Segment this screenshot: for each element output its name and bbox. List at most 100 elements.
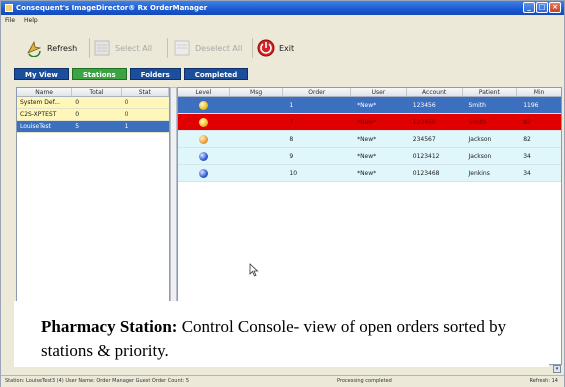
column-header-level[interactable]: Level xyxy=(178,88,230,96)
toolbar: Refresh Select All Deselect All Exit xyxy=(1,27,564,64)
order-number: 7 xyxy=(289,119,294,126)
order-row[interactable]: 9 *New* 0123412 Jackson 34 xyxy=(178,148,561,165)
refresh-icon xyxy=(27,40,42,57)
caption-label: Pharmacy Station: xyxy=(41,317,178,336)
order-patient: Jenkins xyxy=(468,170,490,177)
column-header-name[interactable]: Name xyxy=(17,88,73,96)
column-header-stat[interactable]: Stat xyxy=(122,88,169,96)
status-station-info: Station: LouiseTest3 (4) User Name: Orde… xyxy=(5,378,190,384)
station-name: C2S-XPTEST xyxy=(20,111,57,118)
station-stat: 0 xyxy=(124,99,129,106)
mouse-cursor-icon xyxy=(249,263,259,277)
refresh-button[interactable]: Refresh xyxy=(25,37,77,59)
orders-grid-header: Level Msg Order User Account Patient Min xyxy=(178,88,561,97)
scroll-down-icon[interactable]: ▾ xyxy=(553,365,561,373)
order-msg xyxy=(230,148,284,164)
order-level xyxy=(178,97,230,113)
tab-folders[interactable]: Folders xyxy=(129,68,181,80)
deselect-all-button[interactable]: Deselect All xyxy=(173,37,242,59)
order-msg xyxy=(230,114,284,130)
station-name: LouiseTest xyxy=(20,123,52,130)
toolbar-separator xyxy=(252,38,253,58)
order-row[interactable]: 8 *New* 234567 Jackson 82 xyxy=(178,131,561,148)
order-min: 82 xyxy=(523,119,531,126)
order-user: *New* xyxy=(357,119,377,126)
order-level xyxy=(178,114,230,130)
tab-stations[interactable]: Stations xyxy=(71,68,127,80)
station-stat: 1 xyxy=(124,123,129,130)
order-account: 0123412 xyxy=(412,153,440,160)
exit-label: Exit xyxy=(279,43,295,53)
order-row[interactable]: 10 *New* 0123468 Jenkins 34 xyxy=(178,165,561,182)
priority-yellow-icon xyxy=(199,100,209,110)
menu-help[interactable]: Help xyxy=(24,15,38,27)
order-min: 82 xyxy=(523,136,531,143)
order-user: *New* xyxy=(357,153,377,160)
priority-yellow-icon xyxy=(199,117,209,127)
order-min: 1196 xyxy=(523,102,539,109)
close-button[interactable]: × xyxy=(549,2,561,13)
order-account: 123456 xyxy=(412,102,436,109)
maximize-button[interactable]: □ xyxy=(536,2,548,13)
station-stat: 0 xyxy=(124,111,129,118)
station-row[interactable]: System Def... 0 0 xyxy=(17,97,169,109)
column-header-order[interactable]: Order xyxy=(283,88,352,96)
order-user: *New* xyxy=(357,136,377,143)
order-row[interactable]: 7 *New* 123456 Smith 82 xyxy=(178,114,561,131)
station-name: System Def... xyxy=(20,99,60,106)
order-level xyxy=(178,165,230,181)
order-number: 9 xyxy=(289,153,294,160)
order-account: 0123468 xyxy=(412,170,440,177)
order-row[interactable]: 1 *New* 123456 Smith 1196 xyxy=(178,97,561,114)
status-refresh: Refresh: 14 xyxy=(529,378,558,384)
column-header-total[interactable]: Total xyxy=(72,88,122,96)
deselect-all-label: Deselect All xyxy=(195,43,243,53)
order-number: 10 xyxy=(289,170,298,177)
order-level xyxy=(178,148,230,164)
station-total: 0 xyxy=(75,111,80,118)
tab-completed[interactable]: Completed xyxy=(183,68,249,80)
station-row[interactable]: LouiseTest 5 1 xyxy=(17,121,169,133)
order-level xyxy=(178,131,230,147)
order-number: 1 xyxy=(289,102,294,109)
tab-my-view[interactable]: My View xyxy=(14,68,69,80)
view-tabs: My View Stations Folders Completed xyxy=(14,68,249,80)
column-header-user[interactable]: User xyxy=(351,88,407,96)
order-patient: Jackson xyxy=(468,153,492,160)
exit-icon xyxy=(257,39,275,57)
order-user: *New* xyxy=(357,170,377,177)
station-total: 5 xyxy=(75,123,80,130)
exit-button[interactable]: Exit xyxy=(257,37,294,59)
title-bar: Consequent's ImageDirector® Rx OrderMana… xyxy=(1,1,564,15)
station-row[interactable]: C2S-XPTEST 0 0 xyxy=(17,109,169,121)
select-all-button[interactable]: Select All xyxy=(93,37,152,59)
order-patient: Smith xyxy=(468,119,486,126)
status-message: Processing completed xyxy=(337,378,392,384)
menu-file[interactable]: File xyxy=(5,15,15,27)
refresh-label: Refresh xyxy=(47,43,78,53)
deselect-all-icon xyxy=(174,40,190,56)
order-min: 34 xyxy=(523,153,531,160)
window-title: Consequent's ImageDirector® Rx OrderMana… xyxy=(16,4,208,12)
status-bar: Station: LouiseTest3 (4) User Name: Orde… xyxy=(1,375,564,387)
select-all-icon xyxy=(94,40,110,56)
column-header-msg[interactable]: Msg xyxy=(230,88,284,96)
order-msg xyxy=(230,165,284,181)
stations-grid-header: Name Total Stat xyxy=(17,88,169,97)
order-number: 8 xyxy=(289,136,294,143)
order-user: *New* xyxy=(357,102,377,109)
order-msg xyxy=(230,131,284,147)
column-header-account[interactable]: Account xyxy=(407,88,463,96)
column-header-patient[interactable]: Patient xyxy=(463,88,518,96)
order-msg xyxy=(230,97,284,113)
priority-orange-icon xyxy=(199,134,209,144)
priority-blue-icon xyxy=(199,168,209,178)
select-all-label: Select All xyxy=(115,43,153,53)
minimize-button[interactable]: _ xyxy=(523,2,535,13)
order-min: 34 xyxy=(523,170,531,177)
order-account: 234567 xyxy=(412,136,436,143)
menu-bar: File Help xyxy=(1,15,564,27)
column-header-min[interactable]: Min xyxy=(517,88,561,96)
window-controls: _ □ × xyxy=(523,2,561,13)
order-patient: Smith xyxy=(468,102,486,109)
